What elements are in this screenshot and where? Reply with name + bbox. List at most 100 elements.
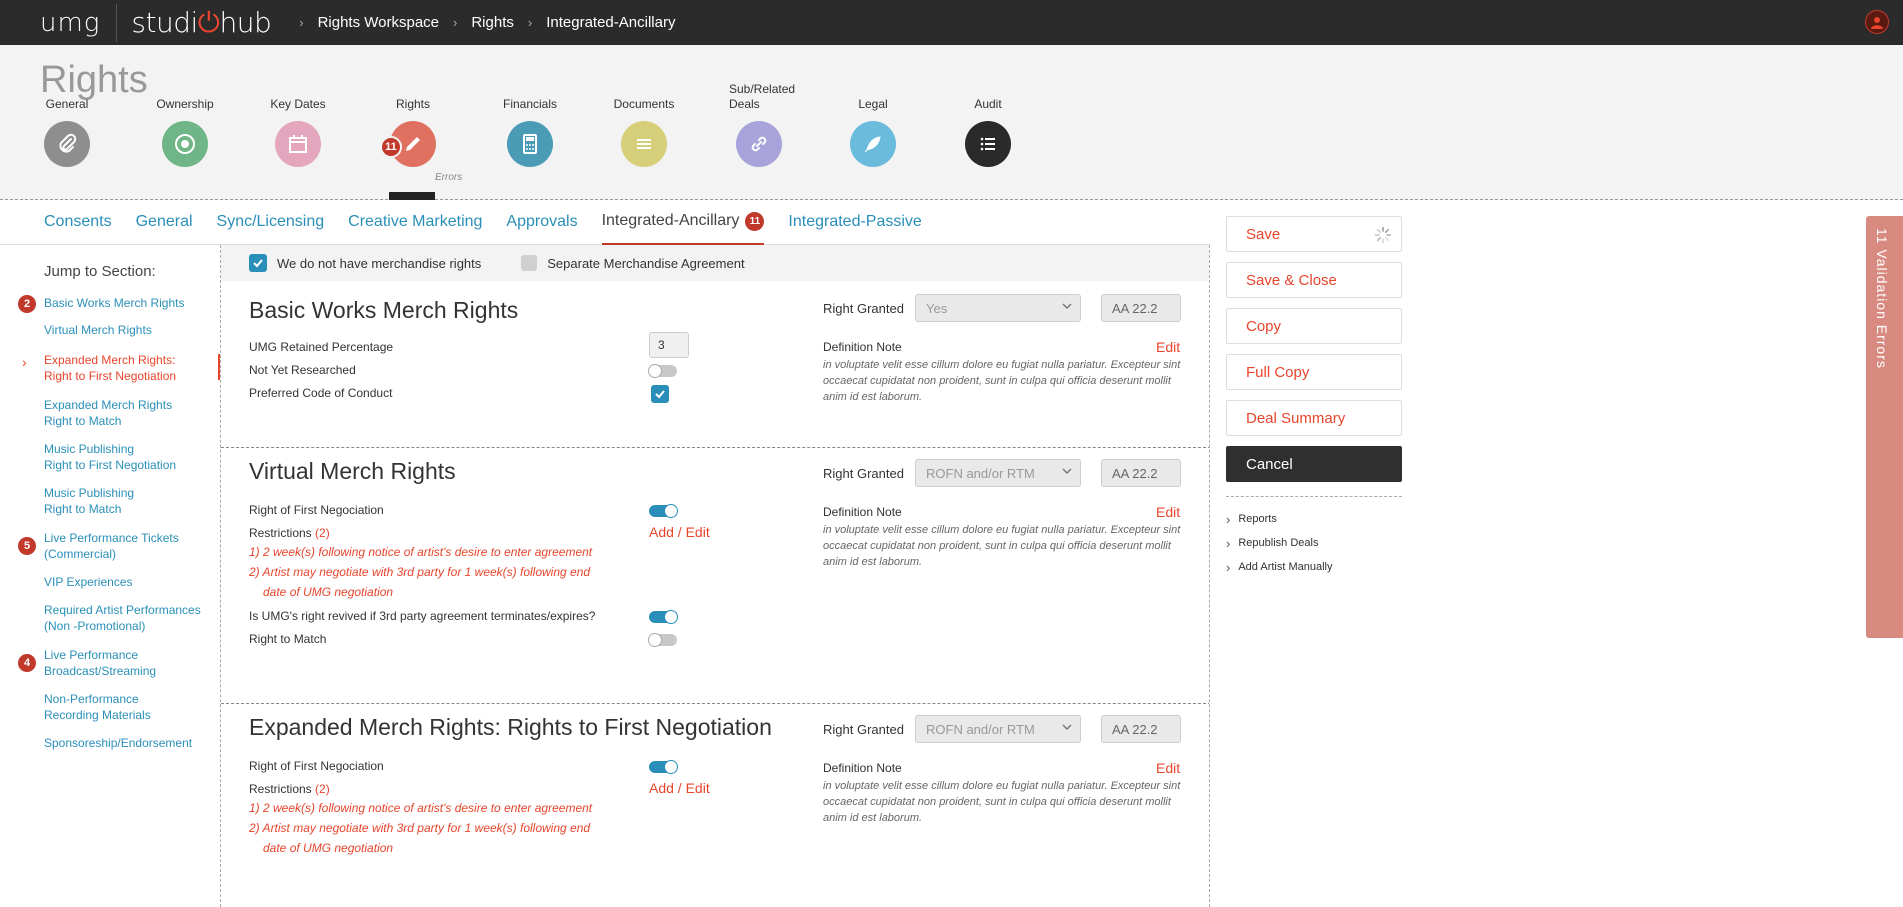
tab-approvals[interactable]: Approvals [506,200,577,245]
tab-general[interactable]: General [136,200,193,245]
rights-code-field[interactable]: AA 22.2 [1101,715,1181,743]
tab-consents[interactable]: Consents [44,200,112,245]
section-basic-works-merch: Basic Works Merch Rights Right Granted Y… [221,281,1209,414]
chevron-right-icon: › [1226,535,1231,551]
definition-note-label: Definition Note [823,340,902,354]
save-button[interactable]: Save [1226,216,1402,252]
tab-creative-marketing[interactable]: Creative Marketing [348,200,482,245]
error-count-badge: 2 [18,295,36,313]
rights-code-field[interactable]: AA 22.2 [1101,294,1181,322]
rofn-toggle[interactable] [649,760,678,774]
calendar-icon [275,121,321,167]
jump-item[interactable]: Required Artist Performances (Non -Promot… [44,602,214,634]
jump-item-current[interactable]: › Expanded Merch Rights: Right to First N… [22,352,214,384]
revived-toggle[interactable] [649,610,678,624]
restrictions-add-edit-link[interactable]: Add / Edit [649,780,710,796]
jump-item[interactable]: 5 Live Performance Tickets (Commercial) [18,530,214,562]
conduct-checkbox[interactable] [651,385,669,403]
step-documents[interactable]: Documents [594,97,694,167]
step-legal[interactable]: Legal [823,97,923,167]
not-researched-toggle[interactable] [648,364,677,378]
calculator-icon [507,121,553,167]
restrictions-list: 1) 2 week(s) following notice of artist'… [249,545,593,599]
separate-merch-label: Separate Merchandise Agreement [547,255,745,271]
save-close-button[interactable]: Save & Close [1226,262,1402,298]
list-icon [965,121,1011,167]
breadcrumb-integrated-ancillary: Integrated-Ancillary [546,14,676,31]
definition-edit-link[interactable]: Edit [1156,760,1180,776]
right-to-match-toggle[interactable] [648,633,677,647]
right-granted-label: Right Granted [823,301,904,316]
step-rights[interactable]: Rights 11 Errors [363,97,463,200]
tab-integrated-ancillary[interactable]: Integrated-Ancillary 11 [601,200,765,245]
section-virtual-merch: Virtual Merch Rights Right Granted ROFN … [221,447,1209,658]
tab-integrated-passive[interactable]: Integrated-Passive [788,200,921,245]
restriction-item: 2) Artist may negotiate with 3rd party f… [249,821,591,835]
actions-panel: Save Save & Close Copy Full Copy Deal Su… [1226,216,1402,579]
rofn-label: Right of First Negociation [249,759,384,773]
definition-edit-link[interactable]: Edit [1156,504,1180,520]
rights-code-field[interactable]: AA 22.2 [1101,459,1181,487]
retained-percentage-input[interactable]: 3 [649,332,689,358]
jump-item[interactable]: Non-Performance Recording Materials [44,691,214,723]
restrictions-add-edit-link[interactable]: Add / Edit [649,524,710,540]
breadcrumb-rights-workspace[interactable]: Rights Workspace [318,14,439,31]
jump-item[interactable]: Music Publishing Right to Match [44,485,214,517]
paperclip-icon [44,121,90,167]
jump-item[interactable]: VIP Experiences [44,574,214,590]
no-merch-rights-checkbox[interactable] [249,254,267,272]
page-header: Rights General Ownership Key Dates Right… [0,45,1903,200]
right-granted-select[interactable]: ROFN and/or RTM [915,715,1081,743]
breadcrumb-rights[interactable]: Rights [471,14,514,31]
sub-tabs: Consents General Sync/Licensing Creative… [0,200,1210,245]
chevron-down-icon [1062,303,1072,310]
add-artist-manually-link[interactable]: › Add Artist Manually [1226,555,1402,579]
chevron-right-icon: › [299,15,304,30]
jump-item[interactable]: 4 Live Performance Broadcast/Streaming [18,647,214,679]
rights-form: We do not have merchandise rights Separa… [220,245,1210,907]
step-ownership[interactable]: Ownership [135,97,235,167]
copy-button[interactable]: Copy [1226,308,1402,344]
restriction-item: 1) 2 week(s) following notice of artist'… [249,801,593,815]
definition-note-label: Definition Note [823,505,902,519]
restrictions-list: 1) 2 week(s) following notice of artist'… [249,801,593,855]
chevron-right-icon: › [22,354,27,370]
link-icon [736,121,782,167]
definition-edit-link[interactable]: Edit [1156,339,1180,355]
jump-item[interactable]: Sponsoreship/Endorsement [44,735,214,751]
republish-deals-link[interactable]: › Republish Deals [1226,531,1402,555]
step-label: Documents [613,97,675,111]
feather-icon [850,121,896,167]
step-general[interactable]: General [17,97,117,167]
cancel-button[interactable]: Cancel [1226,446,1402,482]
deal-summary-button[interactable]: Deal Summary [1226,400,1402,436]
jump-item[interactable]: 2 Basic Works Merch Rights [18,295,214,313]
jump-item[interactable]: Virtual Merch Rights [44,322,214,338]
restriction-item: 2) Artist may negotiate with 3rd party f… [249,565,591,579]
right-granted-select[interactable]: Yes [915,294,1081,322]
step-financials[interactable]: Financials [480,97,580,167]
tab-sync-licensing[interactable]: Sync/Licensing [217,200,325,245]
step-label: Audit [974,97,1002,111]
step-key-dates[interactable]: Key Dates [248,97,348,167]
reports-link[interactable]: › Reports [1226,507,1402,531]
chevron-right-icon: › [1226,511,1231,527]
section-title: Expanded Merch Rights: Rights to First N… [249,714,772,740]
full-copy-button[interactable]: Full Copy [1226,354,1402,390]
step-label: Legal [858,97,888,111]
validation-errors-tab[interactable]: 11 Validation Errors [1866,216,1903,638]
jump-item[interactable]: Music Publishing Right to First Negotiati… [44,441,214,473]
umg-logo[interactable]: umg [40,8,100,38]
step-sub-related-deals[interactable]: Sub/Related Deals [709,82,809,167]
jump-to-section-nav: Jump to Section: 2 Basic Works Merch Rig… [0,245,220,907]
logo-divider [116,3,118,42]
jump-item[interactable]: Expanded Merch Rights Right to Match [44,397,214,429]
right-granted-select[interactable]: ROFN and/or RTM [915,459,1081,487]
user-icon[interactable] [1865,10,1889,34]
studiohub-logo[interactable]: studi⏻hub [131,6,271,40]
step-audit[interactable]: Audit [938,97,1038,167]
rofn-toggle[interactable] [649,504,678,518]
separate-merch-checkbox[interactable] [521,255,538,271]
step-label: Financials [502,97,558,111]
retained-percentage-label: UMG Retained Percentage [249,340,394,354]
